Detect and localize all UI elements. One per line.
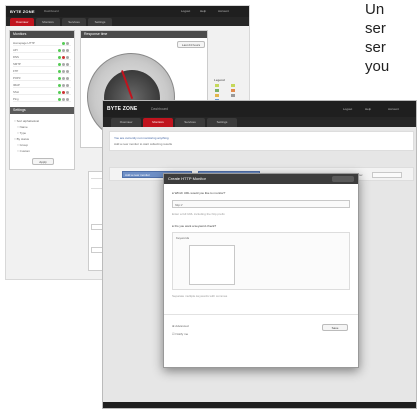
account-link[interactable]: Account: [388, 107, 399, 111]
top-bar: BYTE ZONE Dashboard Logout Help Account: [6, 6, 249, 17]
tab-settings[interactable]: Settings: [207, 118, 237, 127]
panel-title: Response time: [81, 31, 207, 38]
logo-subtitle: Dashboard: [151, 107, 169, 111]
sort-option[interactable]: ○ Name: [17, 125, 28, 129]
logout-link[interactable]: Logout: [343, 107, 352, 111]
account-link[interactable]: Account: [218, 9, 229, 13]
url-field[interactable]: http://: [172, 200, 350, 208]
apply-button[interactable]: Apply: [32, 158, 54, 165]
sort-option[interactable]: ○ Custom: [17, 149, 30, 153]
notice-box: You are currently not monitoring anythin…: [109, 131, 414, 151]
list-item[interactable]: IMAP: [13, 82, 71, 88]
tab-services[interactable]: Services: [175, 118, 205, 127]
url-question: ● Which URL would you like to monitor?: [172, 191, 226, 195]
legend-title: Legend: [214, 78, 225, 82]
sort-option[interactable]: ○ By status: [14, 137, 29, 141]
tab-overview[interactable]: Overview: [111, 118, 141, 127]
advanced-toggle[interactable]: ⊕ Advanced: [172, 324, 189, 328]
tab-monitors[interactable]: Monitors: [36, 18, 60, 26]
keyword-hint: Separate multiple keywords with commas: [172, 294, 228, 298]
footer-bar: [103, 402, 416, 408]
front-screenshot: BYTE ZONE Dashboard Logout Help Account …: [102, 100, 417, 409]
filter-input[interactable]: [372, 172, 402, 178]
tab-services[interactable]: Services: [62, 18, 86, 26]
sort-option[interactable]: ○ Sort alphabetical: [14, 119, 39, 123]
notify-checkbox[interactable]: ☑ Notify me: [172, 332, 188, 336]
time-range-select[interactable]: Last 24 hours: [177, 41, 205, 48]
keyword-group: Keywords: [172, 232, 350, 290]
logo: BYTE ZONE: [10, 9, 35, 14]
notice-title: You are currently not monitoring anythin…: [114, 136, 169, 140]
tab-monitors[interactable]: Monitors: [143, 118, 173, 127]
list-item[interactable]: SMTP: [13, 61, 71, 67]
list-item[interactable]: Ping: [13, 96, 71, 102]
logout-link[interactable]: Logout: [181, 9, 190, 13]
create-monitor-dialog: Create HTTP Monitor ● Which URL would yo…: [163, 173, 359, 368]
top-bar: BYTE ZONE Dashboard Logout Help Account: [103, 101, 416, 117]
nav-bar: Overview Monitors Services Settings: [6, 17, 249, 26]
sort-option[interactable]: ○ Type: [17, 131, 26, 135]
settings-subtitle: Settings: [10, 107, 74, 114]
side-text: Un ser ser you: [365, 1, 390, 75]
list-item[interactable]: POP3: [13, 75, 71, 81]
help-link[interactable]: Help: [365, 107, 371, 111]
panel-title: Monitors: [10, 31, 74, 38]
monitors-panel: Monitors Homepage HTTP API DNS SMTP FTP …: [9, 30, 75, 170]
dialog-title: Create HTTP Monitor: [164, 174, 358, 184]
notice-subtitle: Add a new monitor to start collecting re…: [114, 142, 173, 146]
list-item[interactable]: FTP: [13, 68, 71, 74]
keyword-label: Keywords: [176, 236, 190, 240]
keyword-textarea[interactable]: [189, 245, 235, 285]
save-button[interactable]: Save: [322, 324, 348, 331]
close-icon[interactable]: [332, 176, 354, 182]
logo-subtitle: Dashboard: [44, 9, 59, 13]
help-link[interactable]: Help: [200, 9, 206, 13]
sort-option[interactable]: ○ Group: [17, 143, 28, 147]
nav-bar: Overview Monitors Services Settings: [103, 117, 416, 127]
list-item[interactable]: Homepage HTTP: [13, 40, 71, 46]
list-item[interactable]: API: [13, 47, 71, 53]
url-hint: Enter a full URL including the http pref…: [172, 212, 225, 216]
list-item[interactable]: DNS: [13, 54, 71, 60]
tab-overview[interactable]: Overview: [10, 18, 34, 26]
logo: BYTE ZONE: [107, 106, 138, 112]
keyword-question: ● Do you want a keyword check?: [172, 224, 217, 228]
divider: [164, 314, 358, 315]
tab-settings[interactable]: Settings: [88, 18, 112, 26]
list-item[interactable]: SSH: [13, 89, 71, 95]
